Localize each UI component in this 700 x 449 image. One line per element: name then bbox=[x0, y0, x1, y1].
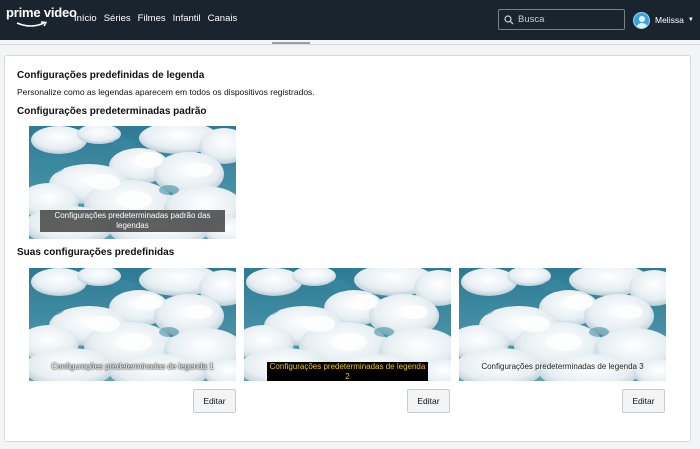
page-title: Configurações predefinidas de legenda bbox=[17, 70, 205, 81]
custom-preset-caption-2: Configurações predeterminadas de legenda… bbox=[267, 362, 428, 381]
prime-video-logo[interactable]: prime video bbox=[6, 5, 77, 32]
top-nav-bar: prime video Início Séries Filmes Infanti… bbox=[0, 0, 700, 40]
tab-indicator bbox=[272, 42, 310, 44]
chevron-down-icon: ▼ bbox=[687, 17, 694, 23]
nav-link-series[interactable]: Séries bbox=[104, 13, 131, 24]
custom-preset-card-1[interactable]: Configurações predeterminadas de legenda… bbox=[29, 268, 236, 381]
profile-menu[interactable]: Melissa ▼ bbox=[633, 10, 694, 30]
custom-preset-caption-1: Configurações predeterminadas de legenda… bbox=[51, 362, 214, 371]
profile-name: Melissa bbox=[655, 15, 684, 25]
edit-button-1[interactable]: Editar bbox=[193, 389, 236, 413]
nav-link-inicio[interactable]: Início bbox=[74, 13, 97, 24]
custom-preset-card-3[interactable]: Configurações predeterminadas de legenda… bbox=[459, 268, 666, 381]
nav-link-infantil[interactable]: Infantil bbox=[173, 13, 201, 24]
default-section-title: Configurações predeterminadas padrão bbox=[17, 106, 207, 117]
page-subtitle: Personalize como as legendas aparecem em… bbox=[17, 87, 315, 97]
divider bbox=[0, 44, 700, 45]
edit-button-3[interactable]: Editar bbox=[622, 389, 665, 413]
nav-link-filmes[interactable]: Filmes bbox=[138, 13, 166, 24]
avatar bbox=[633, 11, 650, 29]
nav-link-canais[interactable]: Canais bbox=[208, 13, 238, 24]
custom-preset-card-2[interactable]: Configurações predeterminadas de legenda… bbox=[244, 268, 451, 381]
edit-button-2[interactable]: Editar bbox=[407, 389, 450, 413]
nav-links: Início Séries Filmes Infantil Canais bbox=[74, 13, 244, 24]
default-preset-caption: Configurações predeterminadas padrão das… bbox=[40, 210, 225, 232]
search-box[interactable] bbox=[498, 9, 625, 30]
custom-preset-caption-3: Configurações predeterminadas de legenda… bbox=[481, 362, 644, 371]
default-preset-card[interactable]: Configurações predeterminadas padrão das… bbox=[29, 126, 236, 239]
search-input[interactable] bbox=[518, 14, 618, 25]
smile-arrow-icon bbox=[16, 21, 48, 27]
custom-section-title: Suas configurações predefinidas bbox=[17, 247, 175, 258]
subtitle-presets-card: Configurações predefinidas de legenda Pe… bbox=[4, 55, 691, 442]
search-icon bbox=[504, 14, 514, 24]
logo-text: prime video bbox=[6, 5, 77, 20]
